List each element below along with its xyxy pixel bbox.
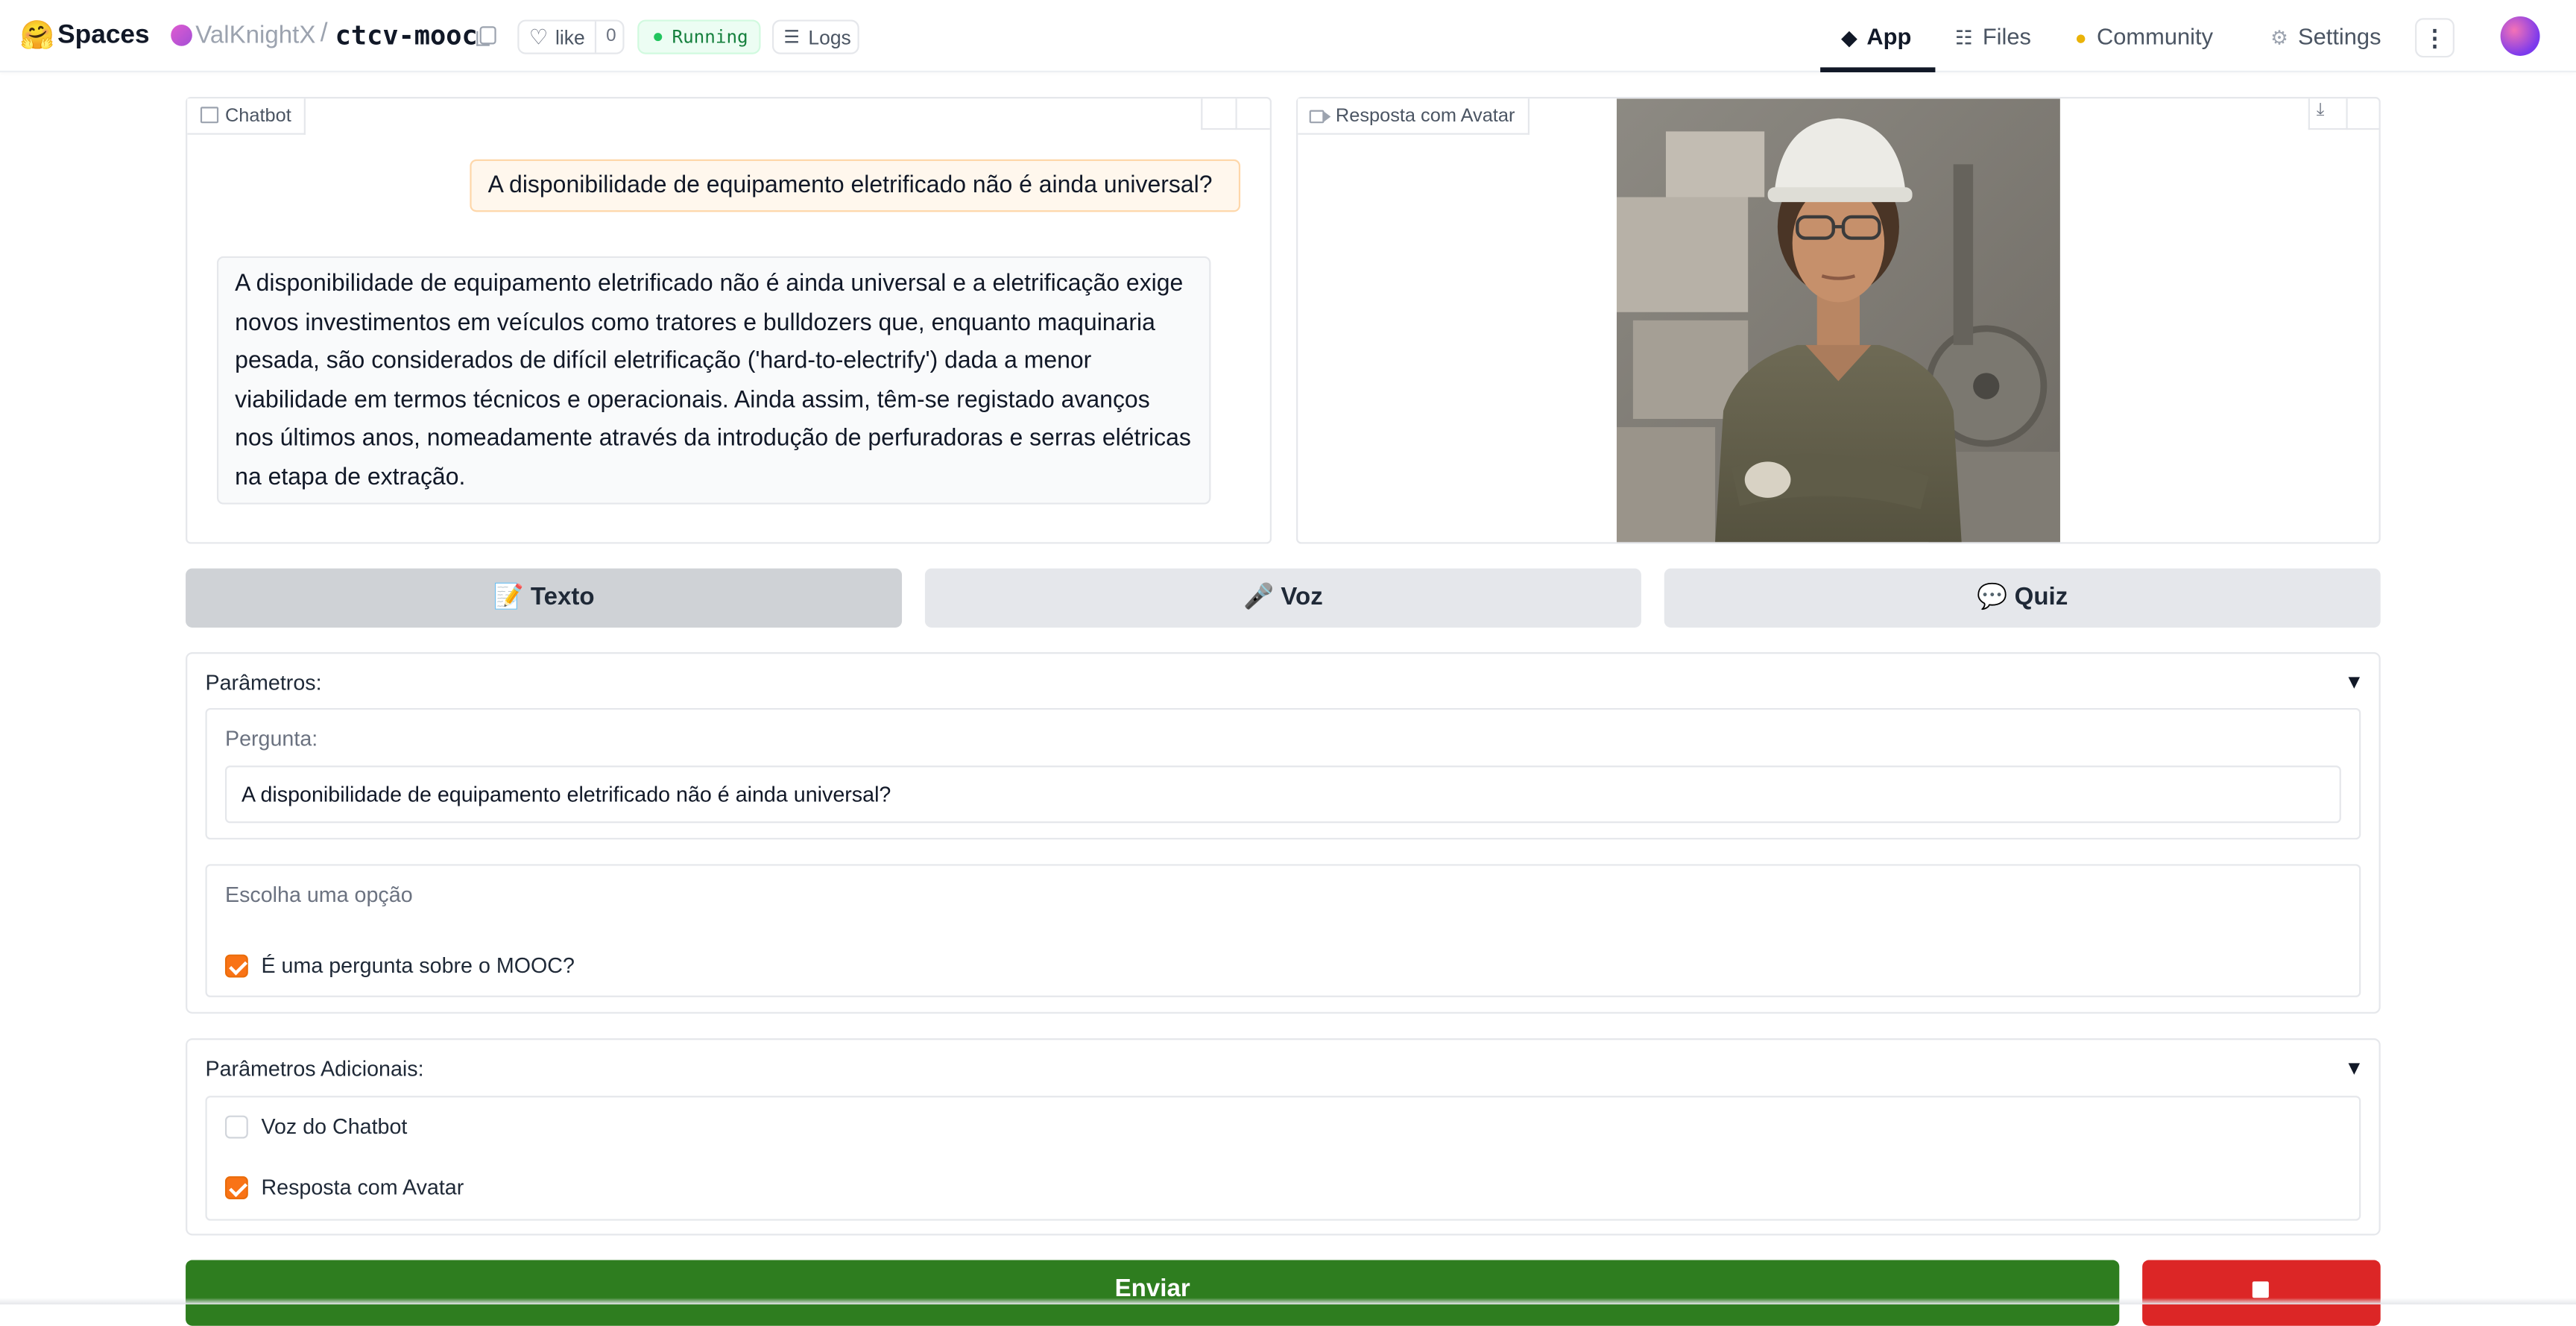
avatar-response-checkbox[interactable]: [224, 1176, 248, 1199]
gear-icon: ⚙: [2270, 26, 2288, 50]
community-icon: ●: [2074, 26, 2087, 50]
question-input[interactable]: A disponibilidade de equipamento eletrif…: [224, 765, 2341, 824]
voz-mode-button[interactable]: 🎤 Voz: [924, 568, 1641, 628]
download-icon[interactable]: ⤓: [2317, 100, 2325, 121]
path-separator: /: [320, 19, 328, 48]
hugging-face-logo-icon[interactable]: 🤗: [19, 19, 54, 52]
additional-parameters-title[interactable]: Parâmetros Adicionais:: [206, 1056, 424, 1081]
window-bottom-edge: [0, 1298, 2576, 1305]
chatbot-voice-label[interactable]: Voz do Chatbot: [261, 1114, 407, 1138]
stop-button[interactable]: [2142, 1260, 2381, 1326]
tab-files[interactable]: ☷ Files: [1955, 19, 2031, 54]
owner-link[interactable]: ValKnightX: [195, 22, 315, 51]
copy-icon[interactable]: [476, 26, 496, 46]
send-button[interactable]: Enviar: [186, 1260, 2120, 1326]
mooc-checkbox-label[interactable]: É uma pergunta sobre o MOOC?: [261, 953, 574, 977]
additional-options-block: [205, 1096, 2361, 1221]
files-icon: ☷: [1954, 26, 1973, 50]
tab-app[interactable]: ◆ App: [1842, 19, 1912, 54]
cube-icon: ◆: [1841, 26, 1857, 50]
option-label: Escolha uma opção: [224, 882, 413, 907]
avatar-panel-label-text: Resposta com Avatar: [1335, 107, 1515, 127]
parameters-title[interactable]: Parâmetros:: [206, 670, 322, 695]
tab-community-label: Community: [2096, 22, 2214, 50]
like-label: like: [555, 26, 585, 50]
owner-avatar: [171, 25, 192, 46]
list-icon: ☰: [783, 28, 801, 48]
like-count: 0: [594, 21, 626, 53]
video-icon: [1309, 110, 1331, 124]
status-badge: Running: [637, 19, 761, 54]
avatar-panel-label: Resposta com Avatar: [1298, 98, 1530, 135]
additional-parameters-collapse-icon[interactable]: ▼: [2344, 1056, 2364, 1079]
active-tab-indicator: [1820, 67, 1936, 72]
tab-files-label: Files: [1982, 22, 2031, 50]
avatar-video-frame[interactable]: [1616, 98, 2060, 543]
heart-icon: ♡: [528, 25, 549, 50]
user-message: A disponibilidade de equipamento eletrif…: [470, 159, 1241, 212]
logs-label: Logs: [808, 26, 851, 50]
logs-button[interactable]: ☰ Logs: [771, 19, 859, 54]
more-options-button[interactable]: ⋮: [2415, 18, 2455, 58]
chat-icon: [200, 107, 219, 124]
stop-icon: [2252, 1281, 2269, 1298]
status-label: Running: [672, 26, 748, 48]
worker-portrait-image: [1616, 98, 2060, 543]
avatar-response-label[interactable]: Resposta com Avatar: [261, 1175, 464, 1199]
quiz-mode-button[interactable]: 💬 Quiz: [1664, 568, 2381, 628]
texto-mode-button[interactable]: 📝 Texto: [186, 568, 903, 628]
tab-community[interactable]: ● Community: [2075, 19, 2213, 54]
like-button[interactable]: ♡ like 0: [517, 19, 626, 54]
parameters-collapse-icon[interactable]: ▼: [2344, 670, 2364, 693]
question-label: Pergunta:: [224, 726, 318, 751]
status-dot-icon: [654, 33, 663, 42]
chatbot-label: Chatbot: [187, 98, 306, 135]
chatbot-voice-checkbox[interactable]: [224, 1115, 248, 1139]
tab-settings[interactable]: ⚙ Settings: [2270, 19, 2381, 54]
space-name-link[interactable]: ctcv-mooc: [335, 19, 478, 52]
chatbot-label-text: Chatbot: [224, 107, 291, 127]
user-avatar[interactable]: [2500, 16, 2540, 56]
bot-message: A disponibilidade de equipamento eletrif…: [216, 256, 1211, 505]
chatbot-toolbar[interactable]: [1201, 98, 1270, 130]
tab-settings-label: Settings: [2298, 22, 2381, 50]
download-toolbar[interactable]: ⤓: [2308, 98, 2379, 130]
spaces-link[interactable]: Spaces: [57, 19, 150, 52]
mooc-checkbox[interactable]: [224, 954, 248, 978]
tab-app-label: App: [1866, 22, 1912, 50]
